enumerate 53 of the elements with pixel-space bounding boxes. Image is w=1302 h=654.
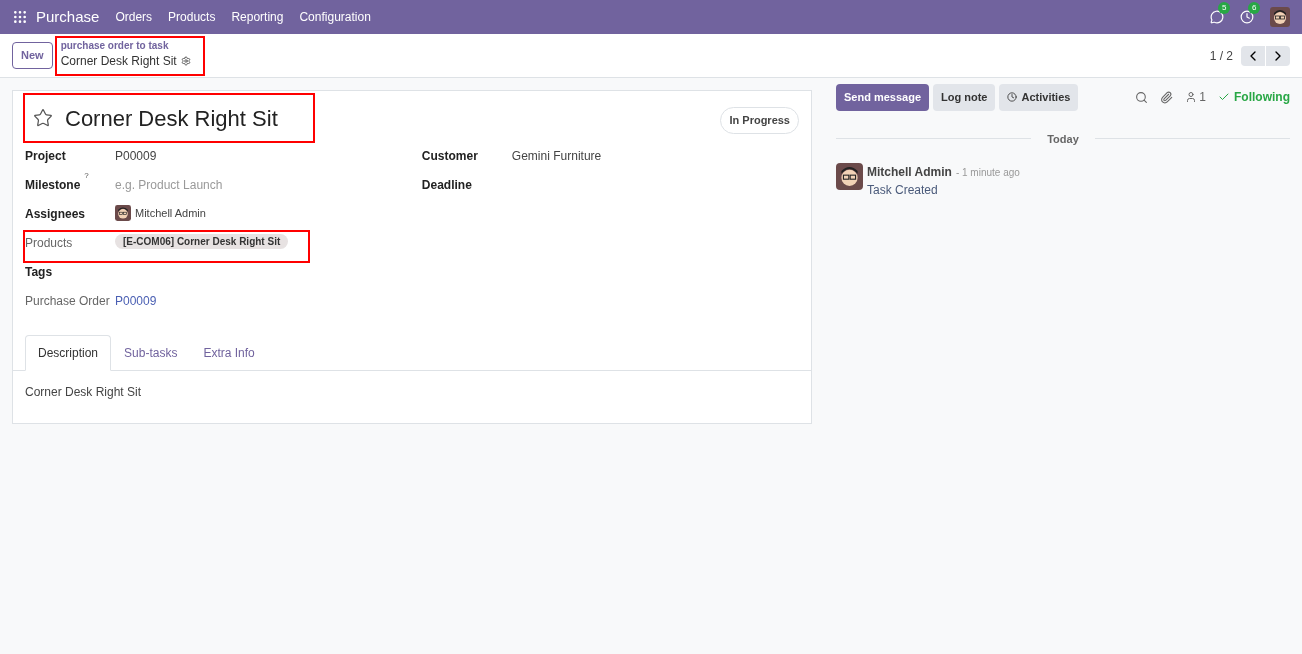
- field-label: Project: [25, 148, 66, 165]
- field-value[interactable]: Gemini Furniture: [511, 147, 602, 165]
- avatar-icon: [115, 205, 131, 222]
- star-icon[interactable]: [33, 108, 53, 128]
- field-label: Customer: [421, 148, 478, 165]
- log-note-button[interactable]: Log note: [933, 84, 996, 111]
- paperclip-icon[interactable]: [1160, 90, 1174, 104]
- app-name[interactable]: Purchase: [36, 5, 100, 29]
- app-menu-icon[interactable]: [12, 9, 28, 25]
- field-label: Deadline: [421, 177, 472, 194]
- pager-value: 1 / 2: [1209, 47, 1233, 65]
- new-button[interactable]: New: [12, 42, 53, 69]
- form-tab[interactable]: Extra Info: [190, 335, 268, 371]
- milestone-field[interactable]: e.g. Product Launch: [115, 176, 223, 194]
- form-tab[interactable]: Sub-tasks: [111, 335, 191, 371]
- menu-item[interactable]: Reporting: [231, 8, 284, 26]
- product-tag[interactable]: [E-COM06] Corner Desk Right Sit: [115, 234, 289, 249]
- menu-item[interactable]: Configuration: [299, 8, 371, 26]
- following-button[interactable]: Following: [1218, 88, 1290, 107]
- record-name: Corner Desk Right Sit: [60, 52, 177, 70]
- field-label: Tags: [25, 264, 53, 281]
- message-author[interactable]: Mitchell Admin: [867, 163, 952, 181]
- next-button[interactable]: [1266, 45, 1290, 66]
- activity-count-badge: 6: [1248, 2, 1261, 14]
- breadcrumb-link[interactable]: purchase order to task: [60, 39, 191, 52]
- chat-icon[interactable]: [1210, 10, 1224, 24]
- field-label: Assignees: [25, 206, 86, 223]
- purchase-order-link[interactable]: P00009: [115, 292, 157, 310]
- send-message-button[interactable]: Send message: [836, 84, 930, 111]
- followers-button[interactable]: 1: [1185, 88, 1206, 107]
- activities-button[interactable]: Activities: [999, 84, 1079, 111]
- avatar-icon: [1270, 7, 1290, 27]
- search-icon[interactable]: [1135, 90, 1149, 104]
- person-icon: [1185, 91, 1198, 104]
- message-count-badge: 5: [1218, 2, 1231, 14]
- field-label: Milestone: [25, 177, 81, 194]
- field-label: Purchase Order: [25, 293, 110, 310]
- field-value[interactable]: P00009: [115, 147, 157, 165]
- message-body: Task Created: [867, 182, 939, 199]
- task-title: Corner Desk Right Sit: [65, 104, 278, 133]
- assignee-name[interactable]: Mitchell Admin: [135, 205, 206, 222]
- clock-icon: [1007, 92, 1018, 103]
- description-text: Corner Desk Right Sit: [24, 384, 143, 401]
- settings-icon[interactable]: [180, 55, 191, 66]
- form-tab[interactable]: Description: [25, 335, 112, 371]
- clock-icon[interactable]: [1240, 10, 1254, 24]
- avatar-icon: [836, 163, 863, 190]
- previous-button[interactable]: [1241, 45, 1265, 66]
- menu-item[interactable]: Orders: [115, 8, 153, 26]
- date-separator: Today: [1046, 131, 1080, 147]
- menu-item[interactable]: Products: [168, 8, 216, 26]
- field-label: Products: [25, 235, 73, 252]
- message-time: - 1 minute ago: [955, 165, 1020, 180]
